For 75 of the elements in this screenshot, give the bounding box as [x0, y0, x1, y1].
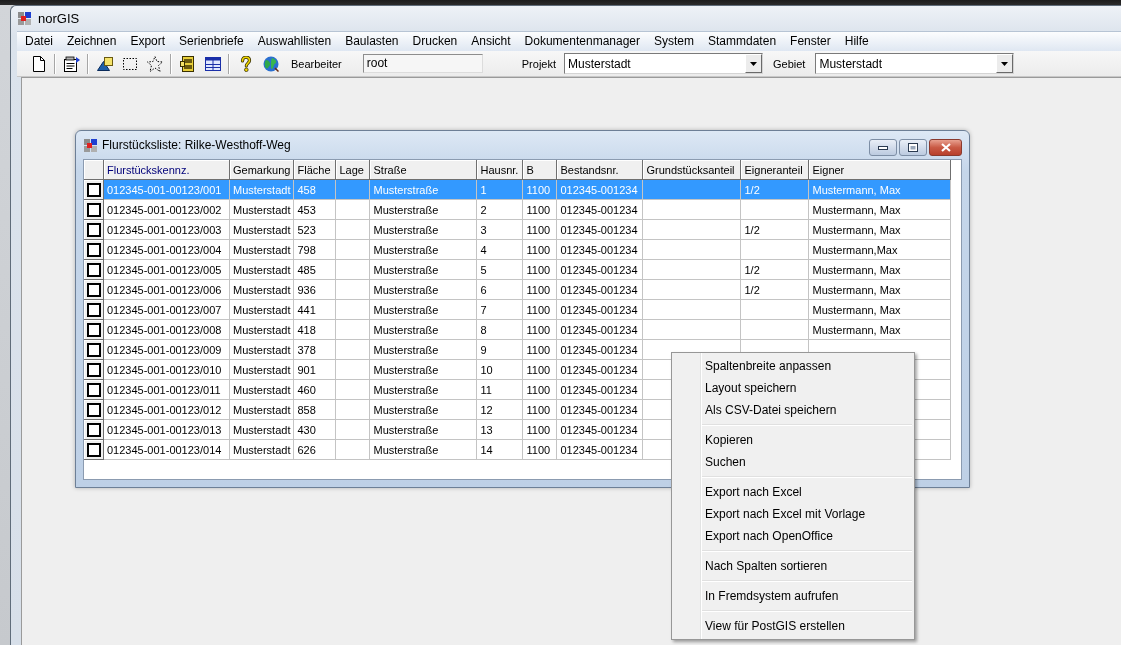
close-button[interactable] — [929, 139, 962, 156]
table-cell: 012345-001-00123/014 — [104, 440, 230, 460]
menu-item[interactable]: System — [647, 32, 701, 51]
table-row[interactable]: 012345-001-00123/005 Musterstadt 485 Musterstraße 5 1100 012345-001234 1/2 Mustermann, Max — [84, 260, 952, 280]
table-cell: Musterstraße — [370, 440, 478, 460]
menu-item[interactable]: Dokumentenmanager — [517, 32, 647, 51]
new-document-icon — [30, 55, 47, 72]
menu-item[interactable]: Auswahllisten — [250, 32, 339, 51]
menu-item[interactable]: Export — [123, 32, 173, 51]
menu-item[interactable]: Baulasten — [338, 32, 406, 51]
column-header[interactable]: B — [523, 160, 558, 180]
menu-item[interactable]: Drucken — [405, 32, 465, 51]
column-header[interactable]: Grundstücksanteil — [643, 160, 742, 180]
column-header[interactable]: Hausnr. — [477, 160, 524, 180]
child-window-title: Flurstücksliste: Rilke-Westhoff-Weg — [102, 138, 291, 152]
field-label: Gebiet — [773, 57, 806, 70]
table-row[interactable]: 012345-001-00123/007 Musterstadt 441 Musterstraße 7 1100 012345-001234 Mustermann, Max — [84, 300, 952, 320]
table-cell: 1100 — [523, 440, 558, 460]
header-corner — [84, 160, 104, 180]
menu-item[interactable]: Export nach Excel mit Vorlage — [674, 503, 912, 525]
form-icon — [63, 55, 80, 72]
menu-item[interactable]: In Fremdsystem aufrufen — [674, 585, 912, 607]
table-cell: 14 — [477, 440, 524, 460]
table-cell: Musterstadt — [230, 440, 295, 460]
menu-item[interactable]: Ansicht — [464, 32, 518, 51]
app-logo-icon — [84, 138, 97, 152]
column-header[interactable]: Fläche — [294, 160, 337, 180]
close-icon — [940, 143, 951, 152]
menu-item[interactable]: Nach Spalten sortieren — [674, 555, 912, 577]
caret-icon — [1001, 61, 1009, 66]
column-header[interactable]: Eigner — [809, 160, 952, 180]
field-label: Projekt — [521, 57, 556, 70]
menu-item[interactable]: View für PostGIS erstellen — [674, 615, 912, 637]
menu-item[interactable]: Fenster — [783, 32, 838, 51]
table-cell: 626 — [294, 440, 337, 460]
table-icon — [204, 55, 221, 72]
menu-item[interactable]: Serienbriefe — [172, 32, 251, 51]
app-logo-icon — [18, 12, 31, 25]
globe-icon — [262, 55, 279, 72]
file-cabinet-icon — [179, 55, 196, 72]
column-header[interactable]: Eigneranteil — [741, 160, 810, 180]
table-row[interactable]: 012345-001-00123/006 Musterstadt 936 Musterstraße 6 1100 012345-001234 1/2 Mustermann, Max — [84, 280, 952, 300]
menu-item[interactable]: Export nach Excel — [674, 481, 912, 503]
menu-item[interactable]: Als CSV-Datei speichern — [674, 399, 912, 421]
menu-item[interactable]: Datei — [18, 32, 60, 51]
menu-item[interactable]: Zeichnen — [60, 32, 124, 51]
caret-icon — [750, 61, 757, 66]
menu-item[interactable]: Stammdaten — [701, 32, 784, 51]
column-header[interactable]: Bestandsnr. — [557, 160, 644, 180]
menu-item[interactable]: Hilfe — [837, 32, 876, 51]
field-label: Bearbeiter — [291, 57, 342, 70]
dropdown-button[interactable] — [745, 54, 762, 73]
table-row[interactable]: 012345-001-00123/002 Musterstadt 453 Musterstraße 2 1100 012345-001234 Mustermann, Max — [84, 200, 952, 220]
window-title: norGIS — [38, 11, 80, 26]
maximize-button[interactable] — [899, 139, 927, 156]
column-header[interactable]: Lage — [336, 160, 371, 180]
table-row[interactable]: 012345-001-00123/003 Musterstadt 523 Musterstraße 3 1100 012345-001234 1/2 Mustermann, Max — [84, 220, 952, 240]
minimize-button[interactable] — [869, 139, 897, 156]
minimize-icon — [878, 145, 888, 150]
table-row[interactable]: 012345-001-00123/004 Musterstadt 798 Musterstraße 4 1100 012345-001234 Mustermann,Max — [84, 240, 952, 260]
dropdown-field[interactable]: Musterstadt — [815, 53, 1015, 74]
table-row[interactable]: 012345-001-00123/008 Musterstadt 418 Musterstraße 8 1100 012345-001234 Mustermann, Max — [84, 320, 952, 340]
dropdown-button[interactable] — [996, 54, 1014, 73]
menu-item[interactable]: Layout speichern — [674, 377, 912, 399]
column-header[interactable]: Flurstückskennz. — [104, 160, 230, 180]
menu-item[interactable]: Export nach OpenOffice — [674, 525, 912, 547]
table-cell: 012345-001234 — [557, 440, 644, 460]
rectangle-select-icon — [121, 55, 138, 72]
shapes-icon — [96, 55, 113, 72]
column-header[interactable]: Gemarkung — [230, 160, 295, 180]
user-field[interactable]: root — [362, 54, 483, 73]
dropdown-field[interactable]: Musterstadt — [564, 53, 763, 74]
dotted-star-icon — [146, 55, 163, 72]
maximize-icon — [908, 143, 918, 152]
column-header[interactable]: Straße — [370, 160, 478, 180]
